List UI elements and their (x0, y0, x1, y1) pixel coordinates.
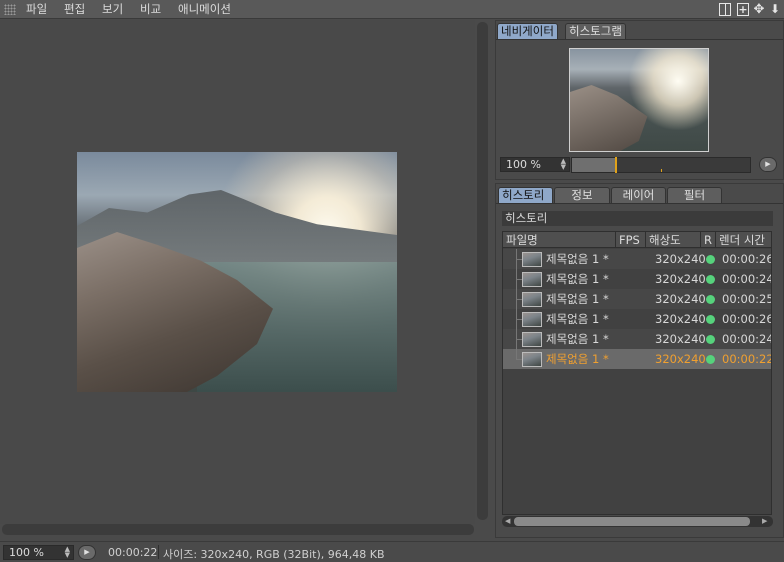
menu-bar: 파일 편집 보기 비교 애니메이션 + ✥ ⬇ (0, 0, 784, 19)
render-image (77, 152, 397, 392)
row-thumbnail (522, 292, 542, 307)
row-resolution: 320x240 (655, 352, 706, 366)
status-zoom-field[interactable]: 100 % ▲ ▼ (3, 545, 74, 560)
menu-compare[interactable]: 비교 (140, 1, 161, 18)
navigator-zoom-field[interactable]: 100 % ▲ ▼ (500, 157, 570, 172)
status-zoom-value: 100 % (9, 546, 44, 559)
render-status-dot (706, 275, 715, 284)
status-play-button[interactable]: ▶ (78, 545, 96, 560)
spinner-icon[interactable]: ▲ ▼ (561, 158, 566, 171)
tab-info[interactable]: 정보 (554, 187, 610, 203)
row-render-time: 00:00:24 (722, 272, 772, 286)
column-r[interactable]: R (701, 232, 716, 248)
tree-line (516, 349, 517, 359)
history-section-title: 히스토리 (502, 211, 773, 226)
arrow-down-icon[interactable]: ⬇ (769, 3, 781, 16)
move-icon[interactable]: ✥ (753, 3, 765, 16)
row-thumbnail (522, 312, 542, 327)
navigator-play-button[interactable]: ▶ (759, 157, 777, 172)
navigator-thumbnail[interactable] (569, 48, 709, 152)
row-render-time: 00:00:25 (722, 292, 772, 306)
row-filename: 제목없음 1 * (546, 312, 609, 326)
table-row[interactable]: 제목없음 1 * 320x240 00:00:22 (503, 349, 772, 369)
render-status-dot (706, 335, 715, 344)
row-resolution: 320x240 (655, 272, 706, 286)
table-row[interactable]: 제목없음 1 * 320x240 00:00:24 (503, 329, 772, 349)
tab-layers[interactable]: 레이어 (611, 187, 666, 203)
grip-icon[interactable] (4, 4, 16, 15)
tab-history[interactable]: 히스토리 (498, 187, 553, 203)
row-thumbnail (522, 252, 542, 267)
column-resolution[interactable]: 해상도 (646, 232, 701, 248)
navigator-slider-tick (661, 169, 662, 172)
menu-view[interactable]: 보기 (102, 1, 123, 18)
row-resolution: 320x240 (655, 292, 706, 306)
navigator-zoom-value: 100 % (506, 158, 541, 171)
menu-file[interactable]: 파일 (26, 1, 47, 18)
add-panel-icon[interactable]: + (737, 3, 749, 16)
history-table-header: 파일명 FPS 해상도 R 렌더 시간 (503, 232, 771, 248)
row-filename: 제목없음 1 * (546, 332, 609, 346)
navigator-slider-handle[interactable] (615, 157, 617, 173)
column-render-time[interactable]: 렌더 시간 (716, 232, 771, 248)
row-render-time: 00:00:22 (722, 352, 772, 366)
table-row[interactable]: 제목없음 1 * 320x240 00:00:25 (503, 289, 772, 309)
table-row[interactable]: 제목없음 1 * 320x240 00:00:26 (503, 309, 772, 329)
row-render-time: 00:00:24 (722, 332, 772, 346)
column-filename[interactable]: 파일명 (503, 232, 616, 248)
row-render-time: 00:00:26 (722, 312, 772, 326)
row-resolution: 320x240 (655, 332, 706, 346)
status-image-info: 사이즈: 320x240, RGB (32Bit), 964,48 KB (163, 548, 385, 561)
row-thumbnail (522, 352, 542, 367)
scroll-left-icon[interactable]: ◀ (505, 516, 510, 527)
status-render-time: 00:00:22 (108, 546, 158, 559)
row-thumbnail (522, 272, 542, 287)
table-row[interactable]: 제목없음 1 * 320x240 00:00:26 (503, 249, 772, 269)
status-bar: 100 % ▲ ▼ ▶ 00:00:22 사이즈: 320x240, RGB (3… (0, 541, 784, 562)
menu-animation[interactable]: 애니메이션 (178, 1, 231, 18)
render-status-dot (706, 355, 715, 364)
navigator-slider-fill (572, 158, 616, 172)
column-fps[interactable]: FPS (616, 232, 646, 248)
history-scrollbar-thumb[interactable] (514, 517, 750, 526)
render-status-dot (706, 295, 715, 304)
history-table: 파일명 FPS 해상도 R 렌더 시간 제목없음 1 * 320x240 00:00… (502, 231, 772, 515)
status-separator (158, 545, 159, 559)
row-filename: 제목없음 1 * (546, 252, 609, 266)
row-filename: 제목없음 1 * (546, 292, 609, 306)
tab-histogram[interactable]: 히스토그램 (565, 23, 626, 39)
table-row[interactable]: 제목없음 1 * 320x240 00:00:24 (503, 269, 772, 289)
row-render-time: 00:00:26 (722, 252, 772, 266)
scroll-right-icon[interactable]: ▶ (762, 516, 767, 527)
render-status-dot (706, 315, 715, 324)
tab-filters[interactable]: 필터 (667, 187, 722, 203)
render-status-dot (706, 255, 715, 264)
row-resolution: 320x240 (655, 312, 706, 326)
row-resolution: 320x240 (655, 252, 706, 266)
viewer-vertical-scrollbar[interactable] (477, 22, 488, 520)
row-filename: 제목없음 1 * (546, 272, 609, 286)
menu-edit[interactable]: 편집 (64, 1, 85, 18)
row-filename: 제목없음 1 * (546, 352, 609, 366)
panel-layout-icon[interactable] (719, 3, 731, 16)
tab-navigator[interactable]: 네비게이터 (497, 23, 558, 39)
spinner-icon[interactable]: ▲ ▼ (65, 546, 70, 559)
row-thumbnail (522, 332, 542, 347)
viewer-horizontal-scrollbar[interactable] (2, 524, 474, 535)
